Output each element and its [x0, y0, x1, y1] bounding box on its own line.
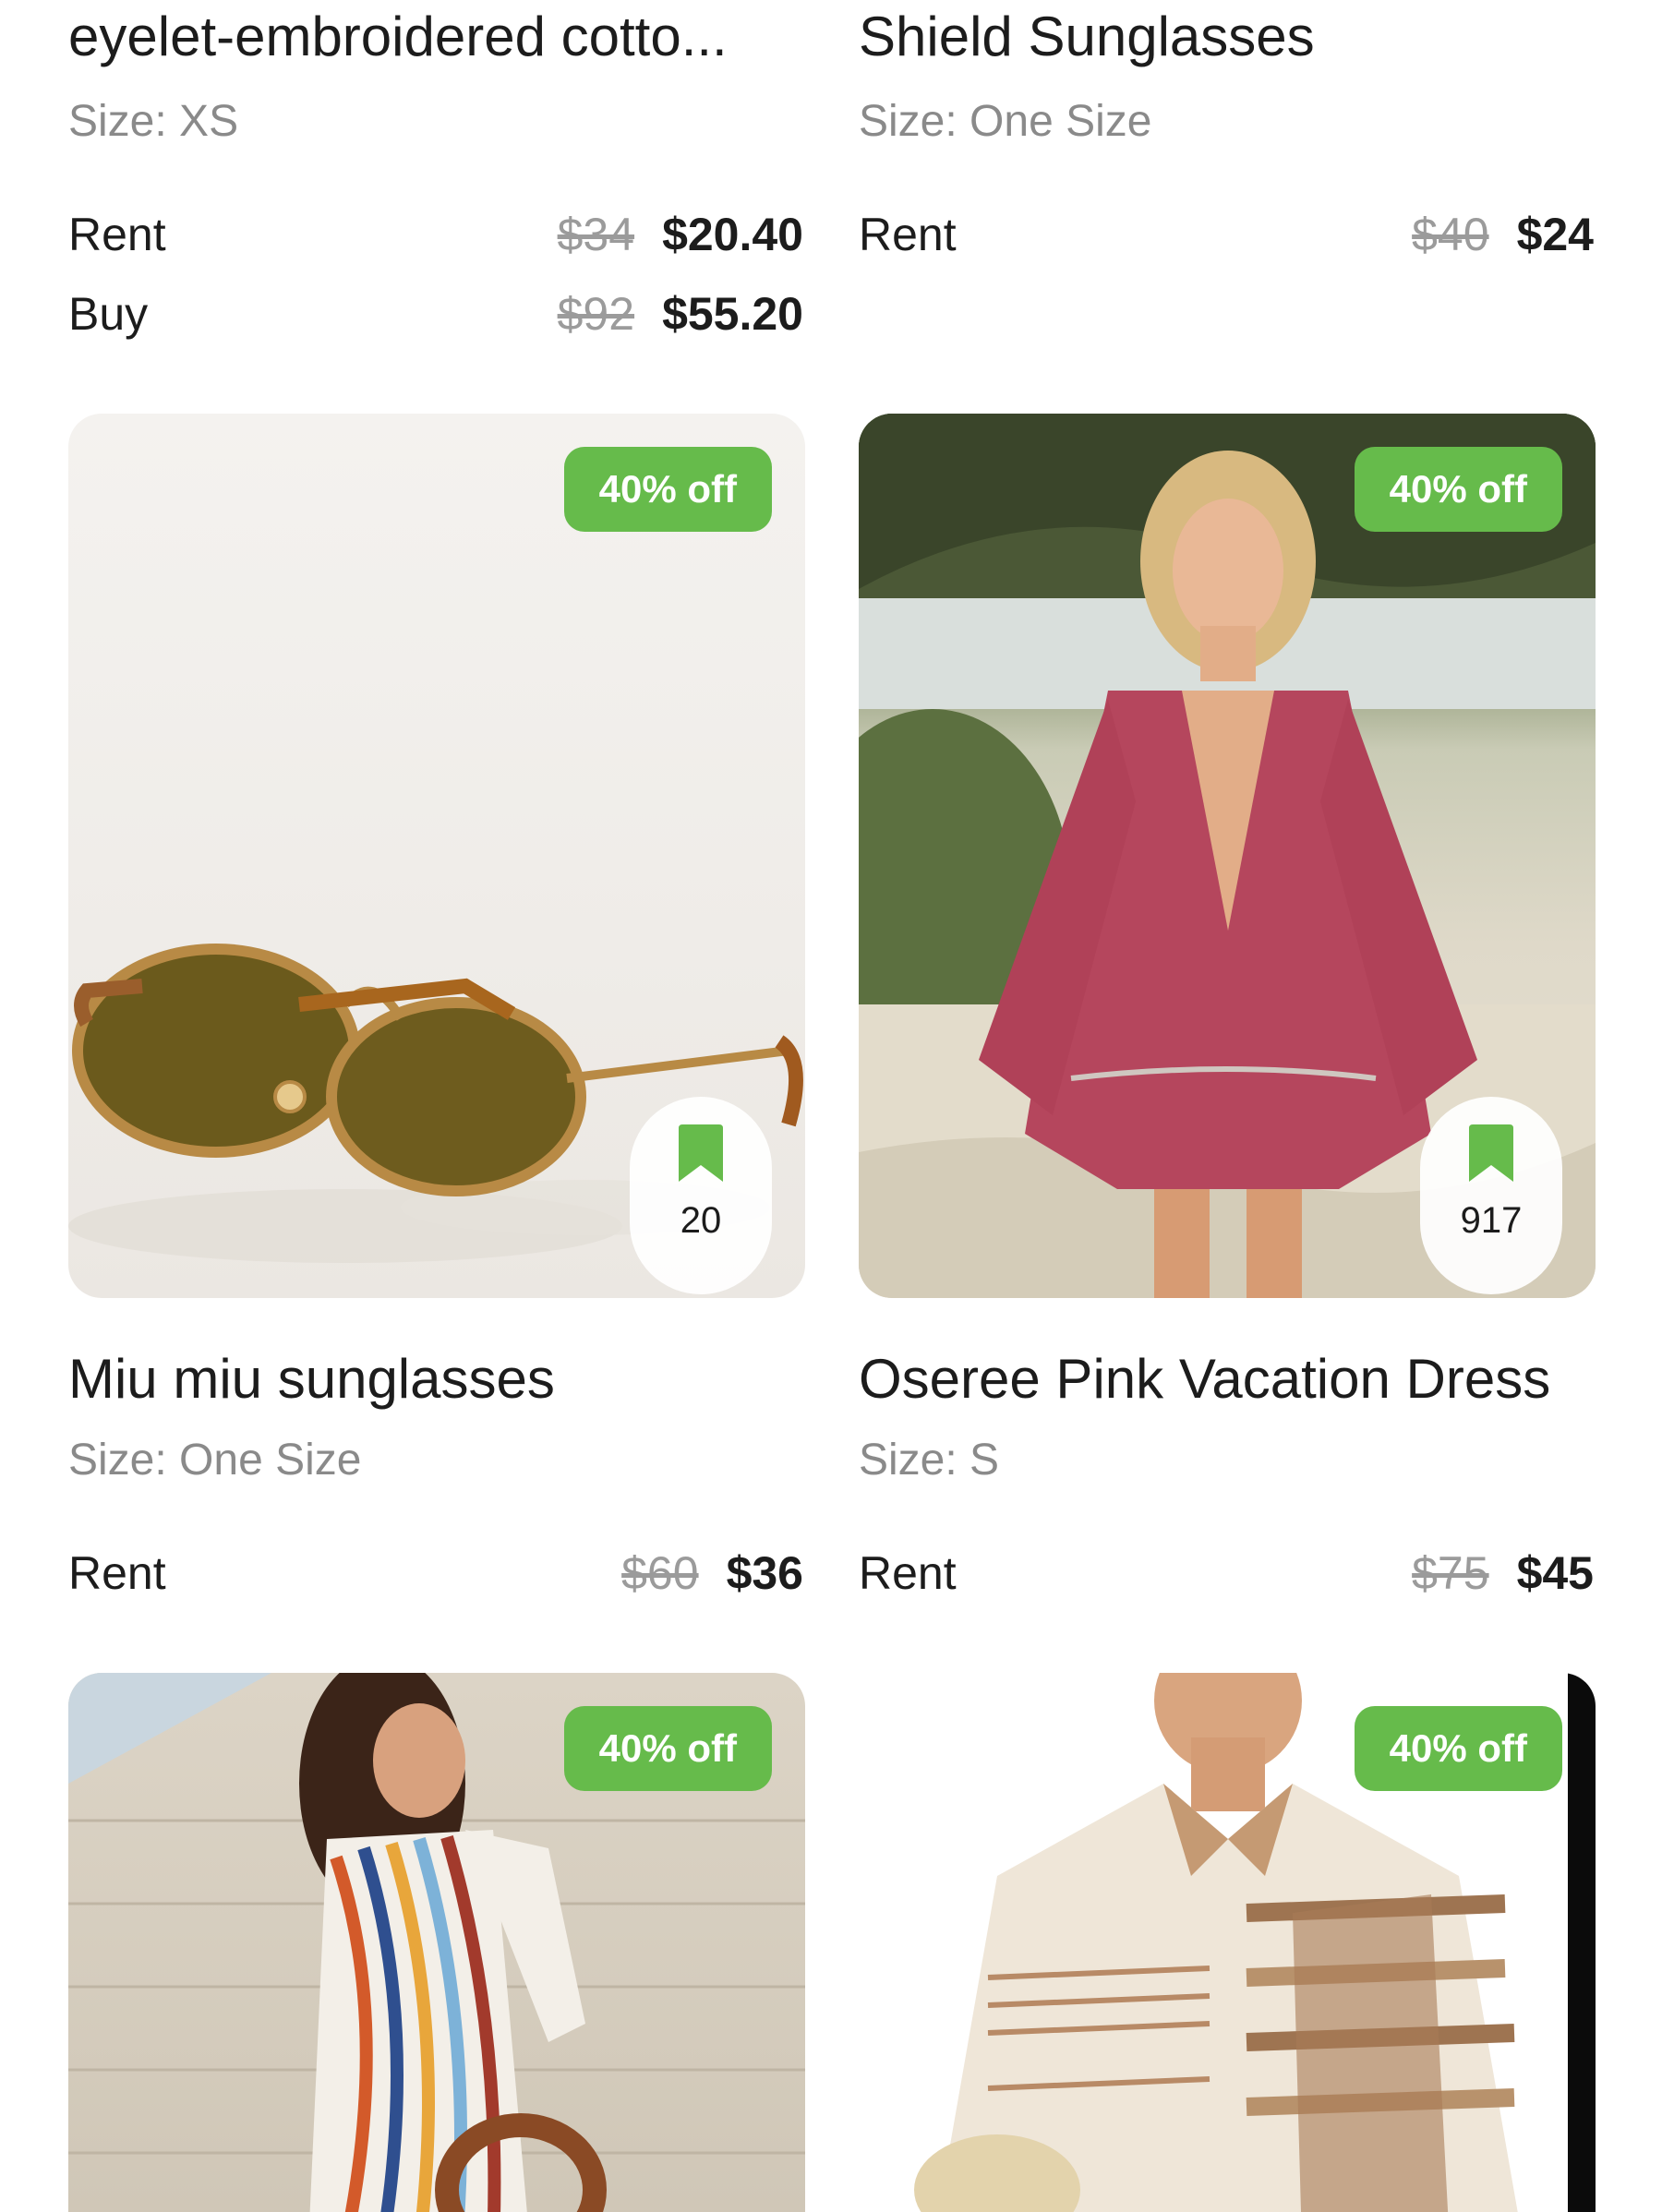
- product-title[interactable]: eyelet-embroidered cotto...: [68, 4, 779, 70]
- rent-price-row: Rent $34 $20.40: [68, 205, 803, 264]
- buy-label: Buy: [68, 288, 149, 340]
- discount-badge: 40% off: [563, 447, 772, 532]
- product-title[interactable]: Miu miu sunglasses: [68, 1346, 798, 1413]
- original-price: $60: [621, 1547, 699, 1599]
- rent-label: Rent: [68, 1547, 166, 1599]
- discount-badge: 40% off: [1354, 1706, 1562, 1791]
- bookmark-icon: [1469, 1124, 1513, 1182]
- original-price: $92: [557, 288, 635, 340]
- save-button[interactable]: 917: [1420, 1097, 1562, 1294]
- product-title[interactable]: Shield Sunglasses: [859, 4, 1597, 70]
- rent-price-row: Rent $60 $36: [68, 1544, 803, 1603]
- buy-price-row: Buy $92 $55.20: [68, 284, 803, 343]
- buy-prices: $92 $55.20: [558, 284, 803, 343]
- discount-badge: 40% off: [563, 1706, 772, 1791]
- rent-price-row: Rent $40 $24: [859, 205, 1594, 264]
- sale-price: $24: [1516, 209, 1594, 260]
- sale-price: $55.20: [662, 288, 803, 340]
- sale-price: $45: [1516, 1547, 1594, 1599]
- original-price: $34: [557, 209, 635, 260]
- save-count: 917: [1460, 1200, 1523, 1241]
- product-card-image[interactable]: 40% off 917: [859, 414, 1596, 1298]
- rent-prices: $34 $20.40: [558, 205, 803, 264]
- product-card-image[interactable]: 40% off 20: [68, 414, 805, 1298]
- product-grid: eyelet-embroidered cotto... Size: XS Ren…: [0, 0, 1662, 2212]
- rent-price-row: Rent $75 $45: [859, 1544, 1594, 1603]
- rent-label: Rent: [68, 209, 166, 260]
- rent-prices: $60 $36: [621, 1544, 803, 1603]
- rent-prices: $75 $45: [1412, 1544, 1594, 1603]
- product-size: Size: S: [859, 1436, 1000, 1485]
- sale-price: $20.40: [662, 209, 803, 260]
- sale-price: $36: [726, 1547, 803, 1599]
- rent-label: Rent: [859, 209, 957, 260]
- product-size: Size: One Size: [68, 1436, 362, 1485]
- product-card-image[interactable]: 40% off: [859, 1673, 1596, 2212]
- save-button[interactable]: 20: [630, 1097, 772, 1294]
- product-title[interactable]: Oseree Pink Vacation Dress: [859, 1346, 1597, 1413]
- discount-badge: 40% off: [1354, 447, 1562, 532]
- rent-label: Rent: [859, 1547, 957, 1599]
- rent-prices: $40 $24: [1412, 205, 1594, 264]
- product-size: Size: One Size: [859, 97, 1152, 146]
- save-count: 20: [680, 1200, 722, 1241]
- original-price: $75: [1412, 1547, 1489, 1599]
- original-price: $40: [1412, 209, 1489, 260]
- product-size: Size: XS: [68, 97, 239, 146]
- bookmark-icon: [679, 1124, 723, 1182]
- product-card-image[interactable]: 40% off: [68, 1673, 805, 2212]
